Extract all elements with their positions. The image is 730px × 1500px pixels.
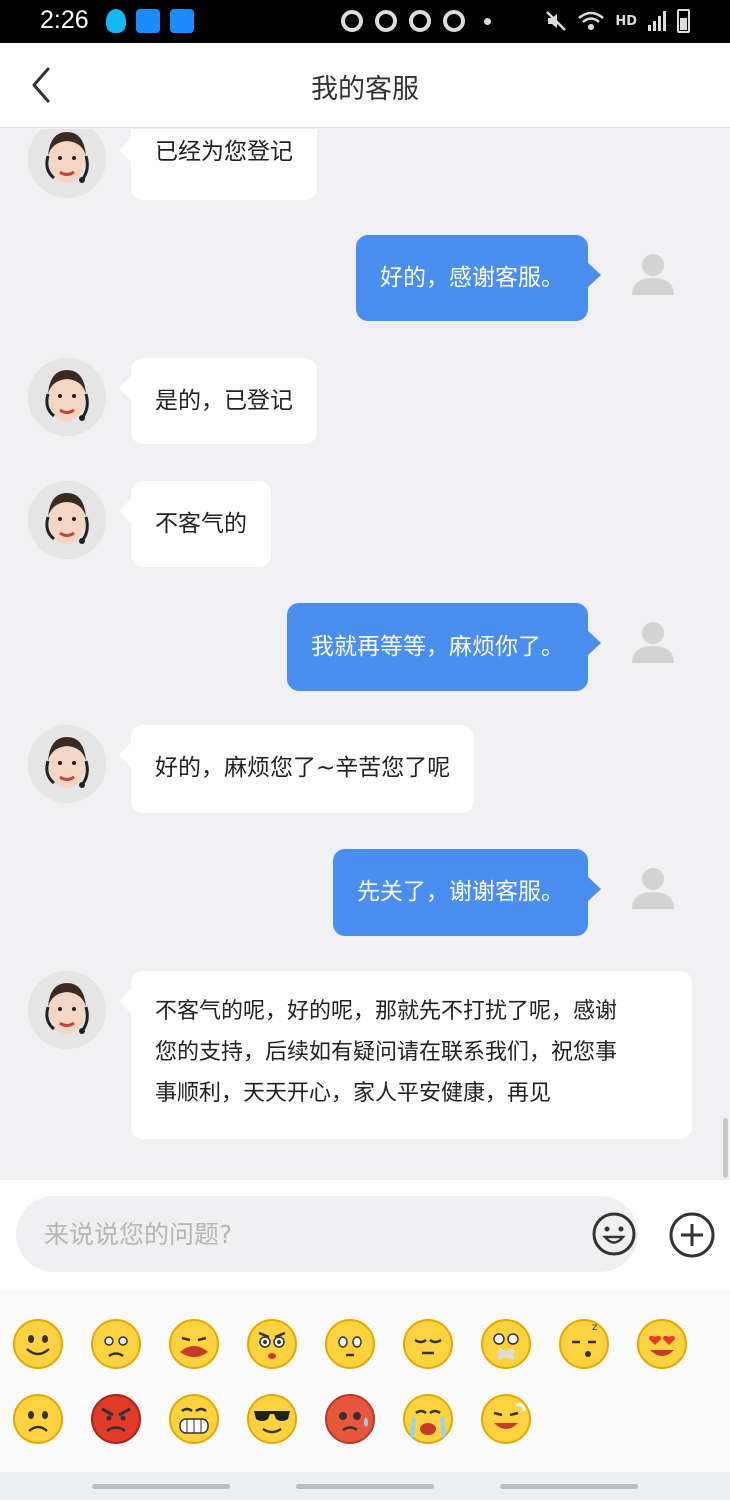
signal-icon (648, 11, 666, 31)
emoji-grin-icon[interactable] (168, 1393, 220, 1445)
message-agent: 不客气的 (0, 481, 730, 571)
emoji-sob-icon[interactable] (402, 1393, 454, 1445)
emoji-furious-icon[interactable] (90, 1393, 142, 1445)
notification-icon (375, 10, 397, 32)
app-notification-icon (136, 9, 160, 33)
page-title: 我的客服 (311, 74, 419, 105)
emoji-smile-icon[interactable] (12, 1318, 64, 1370)
agent-avatar[interactable] (28, 358, 106, 436)
emoji-dizzy-mouth-sealed-icon[interactable] (480, 1318, 532, 1370)
user-icon (632, 868, 674, 909)
emoji-embarrassed-sweat-icon[interactable] (324, 1393, 376, 1445)
nav-recents-button[interactable] (92, 1484, 230, 1489)
emoji-wronged-icon[interactable] (90, 1318, 142, 1370)
user-bubble[interactable]: 好的，感谢客服。 (356, 235, 601, 321)
more-notifications-dot (484, 18, 491, 25)
svg-text:z: z (592, 1322, 597, 1333)
emoji-crying-loud-icon[interactable] (168, 1318, 220, 1370)
emoji-speechless-icon[interactable] (402, 1318, 454, 1370)
top-bar: 我的客服 (0, 43, 730, 128)
agent-avatar-image (28, 129, 106, 198)
plus-circle-icon (669, 1212, 715, 1258)
smiley-icon (592, 1212, 636, 1256)
agent-avatar[interactable] (28, 725, 106, 803)
agent-avatar[interactable] (28, 971, 106, 1049)
notification-icon (409, 10, 431, 32)
app-notification-icon (170, 9, 194, 33)
nav-home-button[interactable] (296, 1484, 434, 1489)
agent-bubble[interactable]: 是的，已登记 (119, 358, 317, 444)
agent-avatar-image (28, 725, 106, 803)
input-bar (0, 1180, 730, 1290)
agent-avatar-image (28, 971, 106, 1049)
status-bar: 2:26 HD (0, 0, 730, 43)
emoji-cool-sunglasses-icon[interactable] (246, 1393, 298, 1445)
emoji-laughing-icon[interactable] (480, 1393, 532, 1445)
battery-icon (677, 9, 690, 33)
user-avatar[interactable] (630, 251, 676, 297)
agent-avatar[interactable] (28, 129, 106, 198)
emoji-angry-stare-icon[interactable] (246, 1318, 298, 1370)
message-agent: 好的，麻烦您了~辛苦您了呢 (0, 725, 730, 815)
emoji-heart-eyes-icon[interactable] (636, 1318, 688, 1370)
wifi-icon (578, 11, 605, 30)
notification-icon (443, 10, 465, 32)
status-indicators: HD (545, 8, 690, 34)
notification-icon (341, 10, 363, 32)
mute-icon (546, 11, 567, 31)
system-nav-bar (0, 1472, 730, 1500)
hd-label: HD (615, 13, 637, 29)
user-avatar[interactable] (630, 619, 676, 665)
message-agent: 已经为您登记 (0, 129, 730, 210)
message-agent: 是的，已登记 (0, 358, 730, 448)
user-bubble[interactable]: 我就再等等，麻烦你了。 (287, 603, 601, 691)
emoji-sleepy-icon[interactable]: z (558, 1318, 610, 1370)
chat-messages[interactable]: 已经为您登记 好的，感谢客服。 是的，已登记 不客气的 我就再等等，麻烦你了。 … (0, 129, 730, 1179)
agent-avatar-image (28, 358, 106, 436)
agent-bubble[interactable]: 不客气的呢，好的呢，那就先不打扰了呢，感谢 您的支持，后续如有疑问请在联系我们，… (119, 971, 692, 1139)
emoji-button[interactable] (590, 1210, 638, 1258)
add-button[interactable] (668, 1211, 716, 1259)
emoji-sad-icon[interactable] (12, 1393, 64, 1445)
message-input-box (16, 1196, 638, 1272)
qq-notification-icon (106, 9, 126, 33)
agent-bubble[interactable]: 不客气的 (119, 481, 271, 567)
message-agent: 不客气的呢，好的呢，那就先不打扰了呢，感谢 您的支持，后续如有疑问请在联系我们，… (0, 971, 730, 1151)
agent-avatar[interactable] (28, 481, 106, 559)
emoji-panel: z (0, 1290, 730, 1472)
user-avatar[interactable] (630, 865, 676, 911)
emoji-shy-icon[interactable] (324, 1318, 376, 1370)
nav-back-button[interactable] (500, 1484, 638, 1489)
scrollbar[interactable] (723, 1118, 728, 1178)
user-icon (632, 622, 674, 663)
user-bubble[interactable]: 先关了，谢谢客服。 (333, 849, 601, 936)
agent-bubble[interactable]: 已经为您登记 (119, 129, 317, 200)
message-user: 好的，感谢客服。 (0, 235, 730, 325)
user-icon (632, 254, 674, 295)
status-time: 2:26 (40, 6, 89, 34)
agent-avatar-image (28, 481, 106, 559)
message-input[interactable] (44, 1214, 564, 1254)
agent-bubble[interactable]: 好的，麻烦您了~辛苦您了呢 (118, 725, 475, 813)
message-user: 先关了，谢谢客服。 (0, 849, 730, 939)
message-user: 我就再等等，麻烦你了。 (0, 603, 730, 693)
